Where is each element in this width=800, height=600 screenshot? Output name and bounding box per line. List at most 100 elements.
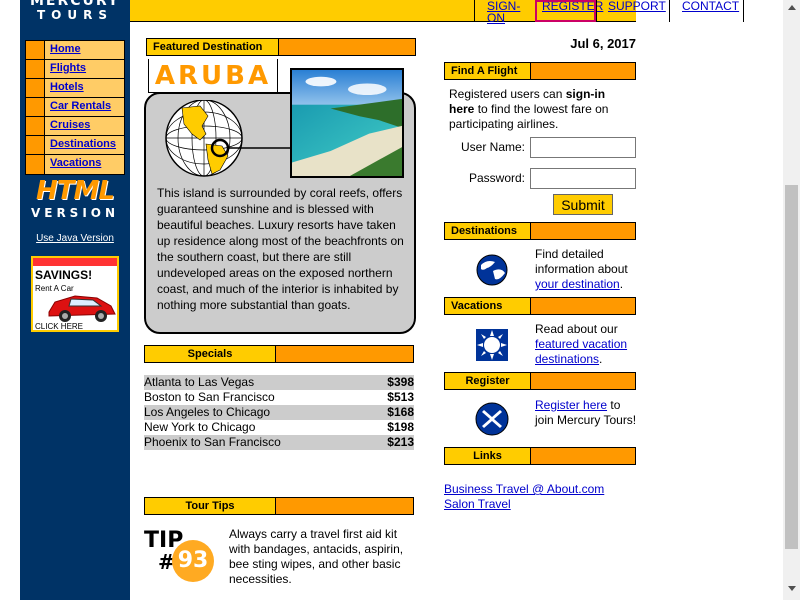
password-input[interactable] [530, 168, 636, 189]
vacations-pre: Read about our [535, 322, 618, 336]
nav-link-home[interactable]: Home [45, 41, 124, 59]
sidebar-nav: Home Flights Hotels Car Rentals Cruises … [25, 40, 125, 175]
nav-link-flights[interactable]: Flights [45, 60, 124, 78]
nav-swatch [26, 79, 45, 97]
destinations-header: Destinations [444, 222, 636, 240]
signon-link[interactable]: SIGN-ON [474, 0, 535, 24]
username-input[interactable] [530, 137, 636, 158]
table-row: Boston to San Francisco $513 [144, 390, 414, 405]
special-route: Atlanta to Las Vegas [144, 375, 255, 389]
sidebar-item-home: Home [26, 41, 124, 60]
register-header: Register [444, 372, 636, 390]
tip-badge: TIP # 93 [144, 530, 216, 582]
specials-title: Specials [145, 346, 276, 362]
vacations-text: Read about our featured vacation destina… [535, 322, 637, 367]
special-route: Los Angeles to Chicago [144, 405, 271, 419]
ad-cta: CLICK HERE [35, 322, 84, 331]
current-date: Jul 6, 2017 [570, 36, 636, 51]
submit-button[interactable]: Submit [553, 194, 613, 215]
mercury-tours-logo[interactable]: MERCURY TOURS [20, 0, 130, 26]
destinations-text: Find detailed information about your des… [535, 247, 637, 292]
register-here-link[interactable]: Register here [535, 398, 607, 412]
nav-link-destinations[interactable]: Destinations [45, 136, 124, 154]
username-label: User Name: [460, 140, 525, 154]
globe-destination-icon [475, 253, 509, 287]
sidebar-item-flights: Flights [26, 60, 124, 79]
vacations-header: Vacations [444, 297, 636, 315]
tip-text: Always carry a travel first aid kit with… [229, 527, 404, 586]
salon-travel-link[interactable]: Salon Travel [444, 497, 644, 512]
find-flight-header: Find A Flight [444, 62, 636, 80]
nav-swatch [26, 136, 45, 154]
sidebar-item-car-rentals: Car Rentals [26, 98, 124, 117]
sidebar-item-cruises: Cruises [26, 117, 124, 136]
nav-swatch [26, 155, 45, 174]
contact-link[interactable]: CONTACT [669, 0, 744, 22]
links-header: Links [444, 447, 636, 465]
logo-line2: TOURS [36, 8, 113, 22]
register-text: Register here to join Mercury Tours! [535, 398, 637, 428]
destinations-post: . [619, 277, 624, 291]
table-row: Los Angeles to Chicago $168 [144, 405, 414, 420]
table-row: Phoenix to San Francisco $213 [144, 435, 414, 450]
password-label: Password: [468, 171, 525, 185]
featured-destination-title: Featured Destination [147, 39, 279, 55]
register-link[interactable]: REGISTER [535, 0, 603, 22]
page: MERCURY TOURS Home Flights Hotels Car Re… [0, 0, 800, 600]
html-version-small: VERSION [30, 206, 120, 220]
special-price: $398 [387, 375, 414, 389]
x-register-icon [475, 402, 509, 436]
specials-header: Specials [144, 345, 414, 363]
aruba-beach-photo [290, 68, 404, 178]
nav-link-car-rentals[interactable]: Car Rentals [45, 98, 124, 116]
scroll-thumb[interactable] [785, 185, 798, 549]
nav-swatch [26, 60, 45, 78]
nav-link-hotels[interactable]: Hotels [45, 79, 124, 97]
top-navbar: SIGN-ON REGISTER SUPPORT CONTACT [130, 0, 744, 24]
intro-pre: Registered users can [449, 87, 566, 101]
nav-swatch [26, 98, 45, 116]
destination-name: ARUBA [148, 59, 278, 93]
sidebar-item-hotels: Hotels [26, 79, 124, 98]
special-price: $213 [387, 435, 414, 449]
find-flight-intro: Registered users can sign-in here to fin… [449, 87, 633, 132]
top-links: SIGN-ON REGISTER SUPPORT CONTACT [474, 0, 744, 24]
destinations-pre: Find detailed information about [535, 247, 628, 276]
scroll-up-arrow-icon[interactable] [788, 5, 796, 10]
support-link[interactable]: SUPPORT [596, 0, 669, 22]
featured-destination-header: Featured Destination [146, 38, 416, 56]
nav-swatch [26, 41, 45, 59]
vacations-post: . [599, 352, 603, 366]
use-java-version-link[interactable]: Use Java Version [20, 233, 130, 244]
sidebar-item-vacations: Vacations [26, 155, 124, 174]
nav-link-cruises[interactable]: Cruises [45, 117, 124, 135]
left-sidebar: MERCURY TOURS Home Flights Hotels Car Re… [20, 0, 130, 600]
register-title: Register [445, 373, 531, 389]
featured-description: This island is surrounded by coral reefs… [157, 186, 404, 312]
special-price: $168 [387, 405, 414, 419]
nav-link-vacations[interactable]: Vacations [45, 155, 124, 174]
car-rental-ad[interactable]: SAVINGS! Rent A Car CLICK HERE [31, 256, 119, 332]
ad-red-bar [33, 258, 117, 266]
nav-swatch [26, 117, 45, 135]
your-destination-link[interactable]: your destination [535, 277, 620, 291]
ad-title: SAVINGS! [35, 268, 93, 282]
special-route: Phoenix to San Francisco [144, 435, 281, 449]
vacations-title: Vacations [445, 298, 531, 314]
sidebar-item-destinations: Destinations [26, 136, 124, 155]
special-route: New York to Chicago [144, 420, 256, 434]
links-title: Links [445, 448, 531, 464]
destinations-title: Destinations [445, 223, 531, 239]
red-car-icon [48, 295, 116, 322]
business-travel-link[interactable]: Business Travel @ About.com [444, 482, 644, 497]
vertical-scrollbar[interactable] [783, 0, 800, 600]
scroll-down-arrow-icon[interactable] [788, 586, 796, 591]
featured-vacation-link[interactable]: featured vacation destinations [535, 337, 627, 366]
globe-icon [165, 100, 290, 177]
table-row: New York to Chicago $198 [144, 420, 414, 435]
find-flight-title: Find A Flight [445, 63, 531, 79]
special-route: Boston to San Francisco [144, 390, 275, 404]
html-version-logo: HTML VERSION [20, 178, 130, 220]
specials-table: Atlanta to Las Vegas $398 Boston to San F… [144, 375, 414, 450]
special-price: $198 [387, 420, 414, 434]
